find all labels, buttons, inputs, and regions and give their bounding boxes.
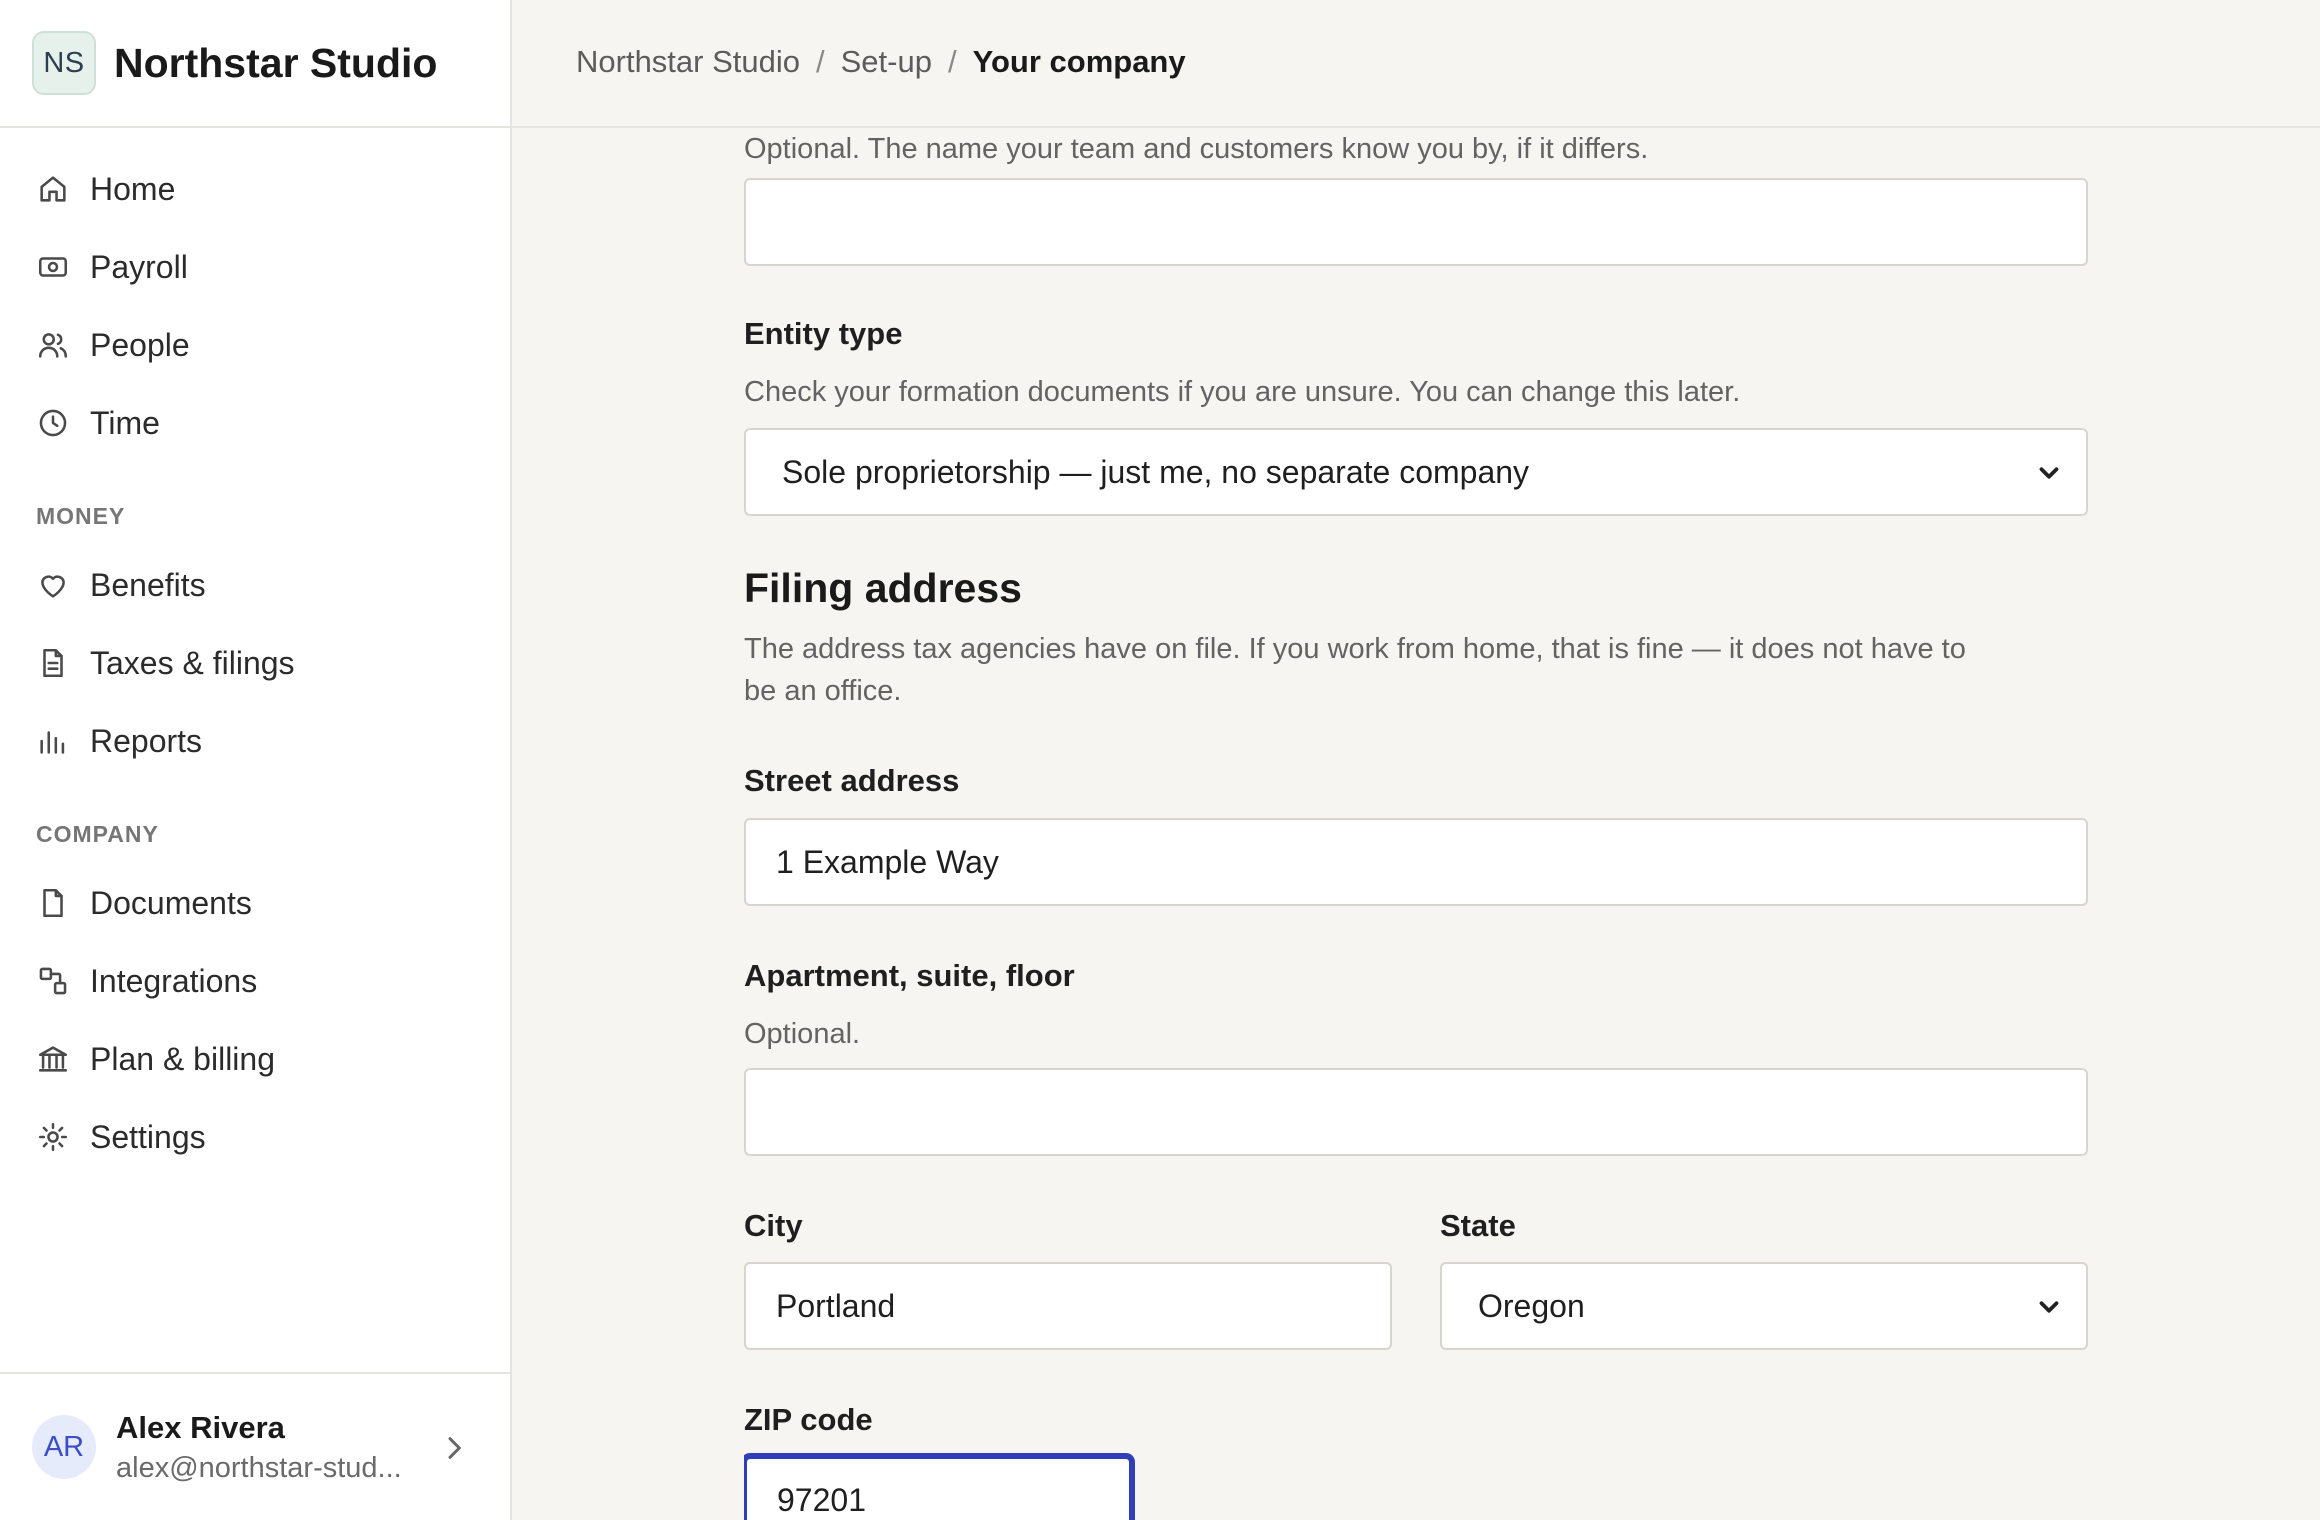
brand-header[interactable]: NS Northstar Studio [0,0,510,128]
sidebar: NS Northstar Studio Home Payroll People … [0,0,512,1520]
breadcrumb-separator: / [816,44,825,79]
dba-help-text: Optional. The name your team and custome… [744,133,1649,165]
sidebar-item-label: Taxes & filings [90,644,295,681]
sidebar-item-settings[interactable]: Settings [36,1109,206,1165]
sidebar-item-label: Integrations [90,962,258,999]
sidebar-item-label: Reports [90,722,203,759]
clock-icon [39,409,67,437]
sidebar-item-label: Home [90,170,176,207]
filing-address-help-line2: be an office. [744,675,902,707]
bank-icon [38,1046,68,1072]
user-info: Alex Rivera alex@northstar-stud... [116,1410,436,1485]
apartment-help: Optional. [744,1018,861,1050]
company-setup-form: Optional. The name your team and custome… [744,128,2088,1520]
sidebar-item-reports[interactable]: Reports [36,713,202,769]
sidebar-item-time[interactable]: Time [36,395,160,451]
sidebar-item-label: Benefits [90,566,206,603]
entity-type-label: Entity type [744,316,903,351]
zip-code-label: ZIP code [744,1402,873,1437]
sidebar-item-taxes[interactable]: Taxes & filings [36,635,295,691]
breadcrumb-link-company[interactable]: Northstar Studio [576,44,800,80]
street-address-input[interactable]: 1 Example Way [744,818,2088,906]
apartment-label: Apartment, suite, floor [744,958,1075,993]
apartment-input[interactable] [744,1068,2088,1156]
dba-name-input[interactable] [744,178,2088,266]
zip-code-input[interactable]: 97201 [744,1456,1132,1520]
sidebar-item-integrations[interactable]: Integrations [36,953,257,1009]
home-icon [40,176,66,202]
top-bar: Northstar Studio / Set-up / Your company [512,0,2320,128]
entity-type-help: Check your formation documents if you ar… [744,376,1741,408]
city-label: City [744,1208,803,1243]
chevron-down-icon [2034,458,2064,496]
sidebar-item-plan-billing[interactable]: Plan & billing [36,1031,275,1087]
user-name: Alex Rivera [116,1409,285,1445]
file-icon [43,888,63,918]
nav-section-company: COMPANY [36,821,159,847]
people-icon [38,333,68,358]
sidebar-item-benefits[interactable]: Benefits [36,557,206,613]
user-email: alex@northstar-stud... [116,1451,402,1484]
entity-type-selected-value: Sole proprietorship — just me, no separa… [782,453,1530,490]
filing-address-help-line1: The address tax agencies have on file. I… [744,633,1966,665]
payroll-icon [38,257,68,277]
state-label: State [1440,1208,1516,1243]
chevron-right-icon [438,1432,470,1469]
sidebar-item-payroll[interactable]: Payroll [36,239,188,295]
breadcrumb-separator: / [947,44,957,79]
avatar: AR [32,1415,96,1479]
breadcrumb-link-setup[interactable]: Set-up [841,44,932,80]
state-select[interactable]: Oregon [1440,1262,2088,1350]
sidebar-item-documents[interactable]: Documents [36,875,252,931]
state-selected-value: Oregon [1478,1287,1585,1324]
chevron-down-icon [2034,1292,2064,1330]
breadcrumb-current: Your company [972,44,1186,79]
sidebar-item-people[interactable]: People [36,317,190,373]
filing-address-heading: Filing address [744,565,1022,611]
sidebar-item-label: Settings [90,1118,206,1155]
city-input[interactable]: Portland [744,1262,1392,1350]
user-account-menu[interactable]: AR Alex Rivera alex@northstar-stud... [0,1372,510,1520]
nav-section-money: MONEY [36,503,126,529]
sidebar-item-label: People [90,326,190,363]
sidebar-item-label: Payroll [90,248,188,285]
sidebar-item-label: Documents [90,884,252,921]
integrations-icon [39,967,67,995]
street-address-label: Street address [744,763,960,798]
sidebar-item-label: Plan & billing [90,1040,275,1077]
gear-icon [38,1122,68,1152]
document-icon [43,648,63,678]
heart-icon [41,575,65,598]
sidebar-item-home[interactable]: Home [36,161,175,217]
entity-type-select[interactable]: Sole proprietorship — just me, no separa… [744,428,2088,516]
brand-logo-badge: NS [32,31,96,95]
bar-chart-icon [40,731,65,754]
brand-name: Northstar Studio [114,39,438,86]
breadcrumb: Northstar Studio / Set-up / Your company [576,44,1186,80]
sidebar-item-label: Time [90,404,160,441]
